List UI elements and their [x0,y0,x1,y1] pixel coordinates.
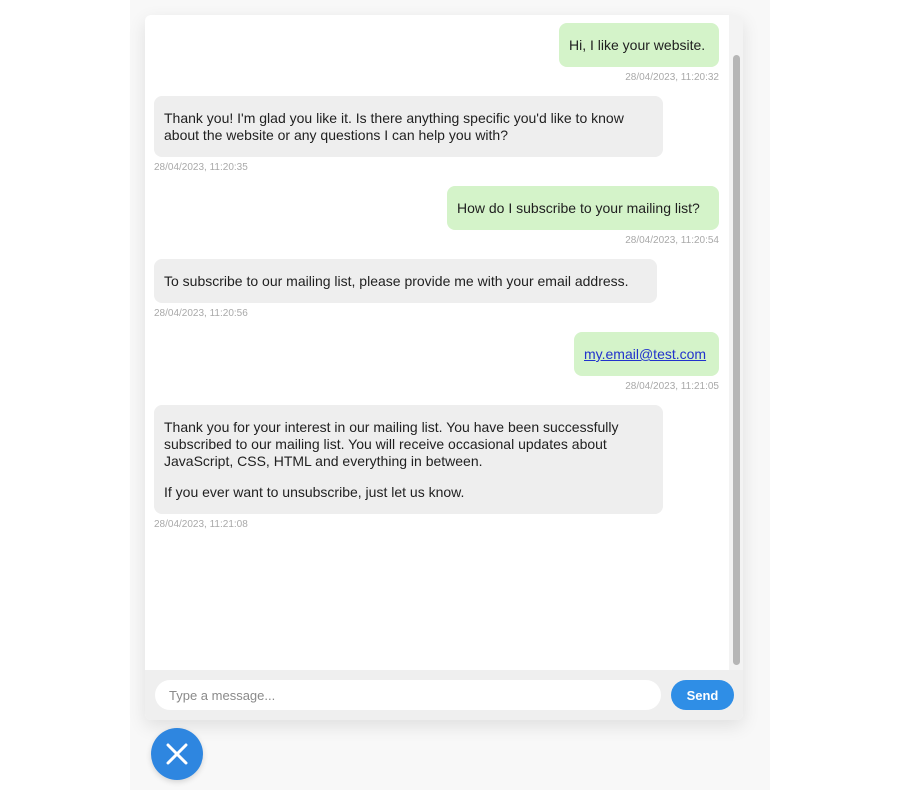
message-bubble: my.email@test.com [574,332,719,376]
message-user: How do I subscribe to your mailing list?… [447,186,719,247]
message-user: my.email@test.com 28/04/2023, 11:21:05 [574,332,719,393]
message-scrollbar[interactable] [729,15,743,670]
message-bubble: Thank you for your interest in our maili… [154,405,663,514]
message-text: Thank you! I'm glad you like it. Is ther… [164,110,624,143]
message-timestamp: 28/04/2023, 11:21:08 [154,519,248,530]
message-bubble: Hi, I like your website. [559,23,719,67]
message-timestamp: 28/04/2023, 11:20:35 [154,162,248,173]
message-timestamp: 28/04/2023, 11:20:32 [625,72,719,83]
message-text: If you ever want to unsubscribe, just le… [164,484,465,500]
message-timestamp: 28/04/2023, 11:20:54 [625,235,719,246]
scrollbar-thumb[interactable] [733,55,740,665]
message-text: How do I subscribe to your mailing list? [457,200,700,216]
message-bot: To subscribe to our mailing list, please… [154,259,657,320]
email-link[interactable]: my.email@test.com [584,346,706,362]
close-chat-button[interactable] [151,728,203,780]
message-bubble: How do I subscribe to your mailing list? [447,186,719,230]
message-timestamp: 28/04/2023, 11:21:05 [625,381,719,392]
message-bubble: Thank you! I'm glad you like it. Is ther… [154,96,663,157]
message-list[interactable]: Hi, I like your website. 28/04/2023, 11:… [145,15,729,670]
message-text: Thank you for your interest in our maili… [164,419,619,469]
message-text: Hi, I like your website. [569,37,706,53]
message-timestamp: 28/04/2023, 11:20:56 [154,308,248,319]
composer-bar: Send [145,670,743,720]
send-button[interactable]: Send [671,680,734,710]
message-bot: Thank you for your interest in our maili… [154,405,663,531]
message-bubble: To subscribe to our mailing list, please… [154,259,657,303]
message-text: To subscribe to our mailing list, please… [164,273,629,289]
message-user: Hi, I like your website. 28/04/2023, 11:… [559,23,719,84]
message-bot: Thank you! I'm glad you like it. Is ther… [154,96,663,174]
message-input[interactable] [155,680,661,710]
close-icon [166,743,188,765]
chat-window: Hi, I like your website. 28/04/2023, 11:… [145,15,743,720]
